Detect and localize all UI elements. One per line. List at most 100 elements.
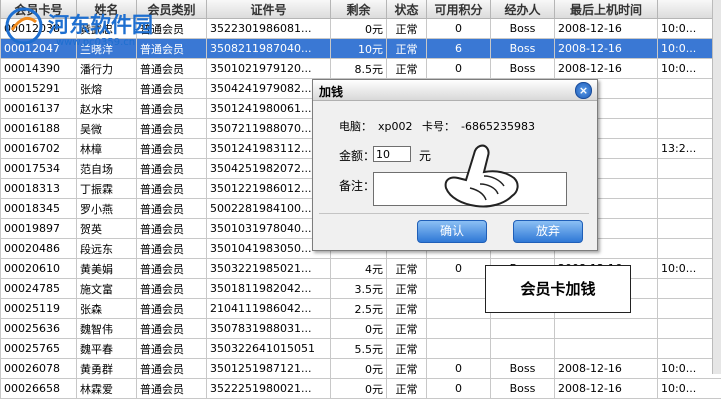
table-cell: 林霖爱 (77, 379, 137, 399)
table-cell: 2008-12-16 (555, 359, 658, 379)
table-cell: 8.5元 (331, 59, 387, 79)
table-cell: 4元 (331, 259, 387, 279)
table-cell: 6 (427, 39, 491, 59)
table-cell: 普通会员 (137, 59, 207, 79)
column-header[interactable]: 会员类别 (137, 0, 207, 19)
table-cell: 吴微 (77, 119, 137, 139)
table-cell: 普通会员 (137, 299, 207, 319)
column-header[interactable]: 状态 (387, 0, 427, 19)
table-cell: 00012047 (1, 39, 77, 59)
table-header: 会员卡号姓名会员类别证件号剩余状态可用积分经办人最后上机时间 (1, 0, 721, 19)
table-cell: 正常 (387, 279, 427, 299)
table-cell: 00016702 (1, 139, 77, 159)
table-cell: 0 (427, 259, 491, 279)
table-cell: 00017534 (1, 159, 77, 179)
confirm-button[interactable]: 确认 (417, 220, 487, 243)
table-cell: 黄勇群 (77, 359, 137, 379)
table-cell: 3.5元 (331, 279, 387, 299)
table-cell: Boss (491, 379, 555, 399)
table-cell: 2008-12-16 (555, 59, 658, 79)
table-cell: 林樟 (77, 139, 137, 159)
column-header[interactable]: 经办人 (491, 0, 555, 19)
table-cell: 黄武忠 (77, 19, 137, 39)
table-cell: 2008-12-16 (555, 39, 658, 59)
table-cell: Boss (491, 19, 555, 39)
table-cell: 赵水宋 (77, 99, 137, 119)
table-cell: 潘行力 (77, 59, 137, 79)
close-icon[interactable]: × (575, 82, 592, 99)
table-cell: 普通会员 (137, 279, 207, 299)
table-cell: 00020486 (1, 239, 77, 259)
table-cell: 正常 (387, 39, 427, 59)
column-header[interactable]: 最后上机时间 (555, 0, 658, 19)
table-cell: 10元 (331, 39, 387, 59)
table-cell: 普通会员 (137, 379, 207, 399)
computer-value: xp002 (378, 120, 413, 133)
column-header[interactable]: 会员卡号 (1, 0, 77, 19)
table-cell: 00020610 (1, 259, 77, 279)
table-cell: 0 (427, 19, 491, 39)
table-cell: 正常 (387, 379, 427, 399)
amount-label: 金额： (339, 147, 375, 164)
column-header[interactable]: 剩余 (331, 0, 387, 19)
table-cell: 10:0... (658, 379, 721, 399)
table-row[interactable]: 00012047兰晓洋普通会员3508211987040...10元正常6Bos… (1, 39, 721, 59)
cancel-button[interactable]: 放弃 (513, 220, 583, 243)
table-cell: 00014390 (1, 59, 77, 79)
dialog-title: 加钱 (319, 83, 343, 100)
table-cell: 3503221985021... (207, 259, 331, 279)
table-row[interactable]: 00026078黄勇群普通会员3501251987121...0元正常0Boss… (1, 359, 721, 379)
table-cell: Boss (491, 359, 555, 379)
table-cell: 普通会员 (137, 39, 207, 59)
table-cell: 兰晓洋 (77, 39, 137, 59)
table-cell: 普通会员 (137, 159, 207, 179)
table-row[interactable]: 00025765魏平春普通会员3503226410150515.5元正常 (1, 339, 721, 359)
add-money-dialog: 加钱 × 电脑：xp002 卡号：-6865235983 金额： 元 备注： 确… (312, 79, 598, 251)
table-cell: 0 (427, 359, 491, 379)
table-cell: 普通会员 (137, 239, 207, 259)
table-cell: 普通会员 (137, 199, 207, 219)
table-cell: 张熔 (77, 79, 137, 99)
amount-unit: 元 (419, 147, 431, 164)
table-cell: 普通会员 (137, 339, 207, 359)
column-header[interactable]: 可用积分 (427, 0, 491, 19)
amount-input[interactable] (373, 146, 411, 162)
table-cell: 00025765 (1, 339, 77, 359)
table-row[interactable]: 00014390潘行力普通会员3501021979120...8.5元正常0Bo… (1, 59, 721, 79)
table-cell: 5.5元 (331, 339, 387, 359)
table-row[interactable]: 00025636魏智伟普通会员3507831988031...0元正常 (1, 319, 721, 339)
table-cell: 正常 (387, 319, 427, 339)
table-cell: 魏智伟 (77, 319, 137, 339)
table-row[interactable]: 00026658林霖爱普通会员3522251980021...0元正常0Boss… (1, 379, 721, 399)
table-cell: 3501021979120... (207, 59, 331, 79)
table-cell: 3501811982042... (207, 279, 331, 299)
table-row[interactable]: 00012038黄武忠普通会员3522301986081...0元正常0Boss… (1, 19, 721, 39)
table-cell: 00025119 (1, 299, 77, 319)
dialog-titlebar[interactable]: 加钱 × (313, 80, 597, 101)
remark-input[interactable] (373, 172, 567, 206)
table-cell: 0元 (331, 19, 387, 39)
table-cell: 正常 (387, 59, 427, 79)
column-header[interactable]: 姓名 (77, 0, 137, 19)
table-cell: 00016137 (1, 99, 77, 119)
table-cell (427, 319, 491, 339)
table-cell: 350322641015051 (207, 339, 331, 359)
column-header[interactable]: 证件号 (207, 0, 331, 19)
table-cell: 普通会员 (137, 219, 207, 239)
table-cell: 普通会员 (137, 119, 207, 139)
computer-label: 电脑： (339, 120, 372, 133)
table-cell: 00012038 (1, 19, 77, 39)
table-cell: 00024785 (1, 279, 77, 299)
table-cell: 3508211987040... (207, 39, 331, 59)
table-cell: 0元 (331, 319, 387, 339)
dialog-info: 电脑：xp002 卡号：-6865235983 (339, 118, 541, 134)
table-cell (427, 299, 491, 319)
remark-label: 备注： (339, 177, 375, 194)
vertical-scrollbar[interactable] (712, 0, 721, 374)
table-cell (555, 339, 658, 359)
table-cell: 正常 (387, 339, 427, 359)
table-cell: 3501251987121... (207, 359, 331, 379)
table-cell (555, 319, 658, 339)
table-cell: 0元 (331, 379, 387, 399)
table-cell: 普通会员 (137, 139, 207, 159)
